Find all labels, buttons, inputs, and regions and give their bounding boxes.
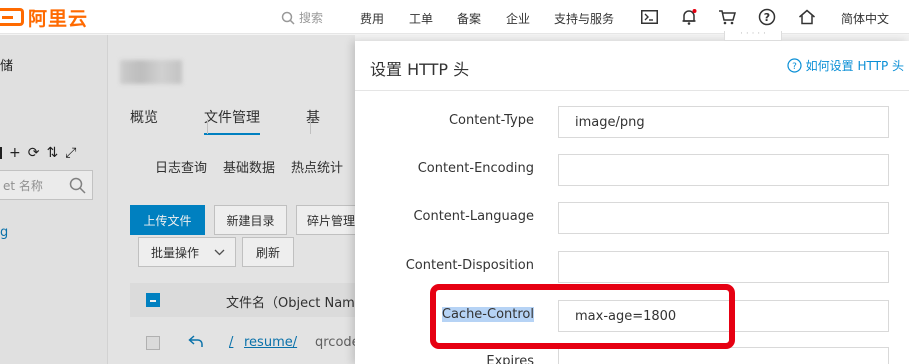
sidebar-item-bucket[interactable]: g (0, 221, 108, 247)
tab-overview[interactable]: 概览 (130, 107, 158, 135)
divider (0, 147, 2, 159)
batch-ops-dropdown[interactable]: 批量操作 (138, 237, 236, 267)
field-content-language: Content-Language (355, 202, 909, 234)
field-label: Expires (486, 354, 534, 364)
tab-divider (207, 119, 208, 134)
home-icon[interactable] (797, 7, 817, 27)
top-nav-bar: 阿里云 搜索 费用 工单 备案 企业 支持与服务 ? 简体中文 (0, 0, 909, 34)
batch-ops-label: 批量操作 (151, 245, 200, 260)
path-folder-link[interactable]: resume/ (244, 335, 297, 350)
sidebar-title: 储 (0, 59, 14, 74)
redacted-bucket-name (120, 60, 182, 84)
field-label: Cache-Control (441, 307, 534, 322)
bucket-tabs: 概览 文件管理 基 (130, 107, 366, 135)
expand-icon[interactable]: ⤢ (65, 145, 76, 161)
field-label: Content-Type (448, 113, 534, 128)
drawer-header: 设置 HTTP 头 ? 如何设置 HTTP 头 (355, 41, 909, 91)
logo-text: 阿里云 (28, 7, 89, 30)
cart-icon[interactable] (717, 7, 737, 27)
expires-input[interactable] (558, 347, 889, 364)
help-circle-icon: ? (787, 58, 802, 73)
aliyun-logo-icon (0, 8, 24, 26)
content-type-input[interactable] (558, 106, 889, 138)
subtab-hotspot[interactable]: 热点统计 (291, 157, 343, 176)
sidebar-toolbar: + ⟳ ⇅ ⤢ (0, 145, 76, 161)
refresh-button[interactable]: 刷新 (242, 237, 294, 267)
content-disposition-input[interactable] (558, 251, 889, 283)
field-label: Content-Language (413, 209, 534, 224)
column-header-name: 文件名（Object Name (226, 296, 363, 311)
bucket-sidebar: 储 + ⟳ ⇅ ⤢ et 名称 g (0, 35, 108, 364)
refresh-icon[interactable]: ⟳ (28, 145, 40, 161)
nav-icp[interactable]: 备案 (457, 10, 481, 27)
select-all-checkbox[interactable] (146, 293, 160, 307)
row-checkbox[interactable] (146, 336, 160, 350)
drawer-title: 设置 HTTP 头 (370, 60, 470, 79)
field-expires: Expires (355, 347, 909, 364)
field-cache-control: Cache-Control (355, 300, 909, 332)
back-arrow-icon[interactable] (188, 335, 204, 348)
add-bucket-icon[interactable]: + (9, 145, 21, 161)
nav-enterprise[interactable]: 企业 (506, 10, 530, 27)
help-link-text: 如何设置 HTTP 头 (805, 59, 904, 73)
field-content-encoding: Content-Encoding (355, 154, 909, 186)
field-label: Content-Encoding (417, 161, 534, 176)
language-switch[interactable]: 简体中文 (841, 10, 889, 27)
nav-tickets[interactable]: 工单 (409, 10, 433, 27)
search-placeholder: 搜索 (299, 11, 324, 25)
field-label: Content-Disposition (405, 258, 534, 273)
sub-tabs: 日志查询 基础数据 热点统计 (155, 157, 343, 176)
nav-support[interactable]: 支持与服务 (554, 10, 614, 27)
global-search[interactable]: 搜索 (281, 9, 323, 26)
tab-basic[interactable]: 基 (306, 107, 320, 135)
content-language-input[interactable] (558, 202, 889, 234)
field-content-disposition: Content-Disposition (355, 251, 909, 283)
aliyun-logo[interactable]: 阿里云 (0, 6, 89, 30)
field-content-type: Content-Type (355, 106, 909, 138)
help-link[interactable]: ? 如何设置 HTTP 头 (787, 57, 904, 74)
http-headers-drawer: 设置 HTTP 头 ? 如何设置 HTTP 头 Content-Type Con… (355, 41, 909, 364)
tab-divider (310, 119, 311, 134)
subtab-basic-data[interactable]: 基础数据 (223, 157, 275, 176)
help-icon[interactable]: ? (757, 7, 777, 27)
terminal-icon[interactable] (639, 7, 659, 27)
help-tooltip: · · · · · (724, 31, 782, 41)
bucket-search-input[interactable]: et 名称 (0, 170, 93, 200)
bell-icon[interactable] (679, 7, 699, 27)
tab-files[interactable]: 文件管理 (204, 107, 260, 135)
bucket-search-placeholder: et 名称 (3, 179, 43, 193)
chevron-down-icon (214, 249, 225, 256)
search-icon[interactable] (69, 177, 86, 194)
content-encoding-input[interactable] (558, 154, 889, 186)
svg-text:?: ? (764, 11, 770, 24)
search-icon (281, 11, 295, 25)
path-root-link[interactable]: / (229, 335, 233, 350)
subtab-log-query[interactable]: 日志查询 (155, 157, 207, 176)
upload-button[interactable]: 上传文件 (130, 205, 205, 235)
nav-billing[interactable]: 费用 (360, 10, 384, 27)
svg-text:?: ? (792, 62, 797, 72)
new-directory-button[interactable]: 新建目录 (214, 205, 287, 235)
cache-control-input[interactable] (558, 300, 889, 332)
sort-icon[interactable]: ⇅ (46, 145, 58, 161)
